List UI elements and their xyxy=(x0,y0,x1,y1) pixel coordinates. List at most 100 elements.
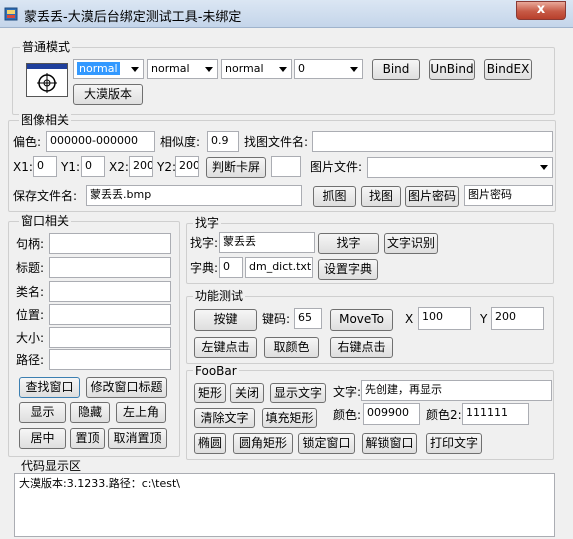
func-test-group-label: 功能测试 xyxy=(193,289,246,303)
class-label: 类名: xyxy=(16,285,45,299)
find-window-button[interactable]: 查找窗口 xyxy=(19,377,80,398)
find-text-input[interactable]: 蒙丢丢 xyxy=(219,232,315,253)
ellipse-button[interactable]: 椭圆 xyxy=(194,433,226,454)
keypad-mode-value: normal xyxy=(225,62,264,75)
code-display-content: 大漠版本:3.1233.路径：c:\test\ xyxy=(19,477,180,490)
x-input[interactable]: 100 xyxy=(418,307,471,330)
title-label: 标题: xyxy=(16,261,45,275)
y1-label: Y1: xyxy=(61,160,81,174)
foobar-group-label: FooBar xyxy=(193,364,239,378)
mouse-mode-select[interactable]: normal xyxy=(147,59,218,79)
class-input[interactable] xyxy=(49,281,171,302)
mode-value: 0 xyxy=(298,62,305,75)
bind-button[interactable]: Bind xyxy=(372,59,420,80)
pic-file-label: 图片文件: xyxy=(310,160,363,174)
foobar-text-label: 文字: xyxy=(333,385,362,399)
x1-label: X1: xyxy=(13,160,33,174)
handle-label: 句柄: xyxy=(16,237,45,251)
offset-color-input[interactable]: 000000-000000 xyxy=(46,131,155,152)
set-top-button[interactable]: 置顶 xyxy=(70,428,105,449)
foobar-text-input[interactable]: 先创建，再显示 xyxy=(361,380,552,401)
bindex-button[interactable]: BindEX xyxy=(484,59,532,80)
fill-rect-button[interactable]: 填充矩形 xyxy=(262,408,317,428)
find-pic-button[interactable]: 找图 xyxy=(361,186,401,207)
keycode-input[interactable]: 65 xyxy=(294,308,322,329)
y-label: Y xyxy=(480,312,488,326)
color-input[interactable]: 009900 xyxy=(363,403,420,425)
y1-input[interactable]: 0 xyxy=(81,156,105,177)
color-label: 颜色: xyxy=(333,408,362,422)
target-window-icon[interactable] xyxy=(26,63,68,97)
find-text-label: 找字: xyxy=(190,236,219,250)
pic-file-select[interactable] xyxy=(367,157,553,178)
capture-button[interactable]: 抓图 xyxy=(313,186,356,207)
y-input[interactable]: 200 xyxy=(491,307,544,330)
rect-button[interactable]: 矩形 xyxy=(194,383,226,403)
color2-label: 颜色2: xyxy=(426,408,462,422)
right-click-button[interactable]: 右键点击 xyxy=(330,337,393,358)
similarity-label: 相似度: xyxy=(160,135,201,149)
find-file-input[interactable] xyxy=(312,131,553,152)
color2-input[interactable]: 111111 xyxy=(462,403,529,425)
mouse-mode-value: normal xyxy=(151,62,190,75)
dict-index-input[interactable]: 0 xyxy=(219,257,243,278)
lock-window-button[interactable]: 锁定窗口 xyxy=(298,433,355,454)
display-mode-select[interactable]: normal xyxy=(73,59,144,79)
check-screen-input[interactable] xyxy=(271,156,301,177)
offset-color-label: 偏色: xyxy=(13,135,42,149)
window-title: 蒙丢丢-大漠后台绑定测试工具-未绑定 xyxy=(24,10,242,25)
top-left-button[interactable]: 左上角 xyxy=(116,402,166,423)
x1-input[interactable]: 0 xyxy=(33,156,57,177)
x2-input[interactable]: 2000 xyxy=(129,156,153,177)
close-button[interactable]: x xyxy=(516,1,566,20)
set-dict-button[interactable]: 设置字典 xyxy=(318,259,378,280)
image-group-label: 图像相关 xyxy=(19,113,72,127)
ocr-button[interactable]: 文字识别 xyxy=(384,233,438,254)
dict-label: 字典: xyxy=(190,261,219,275)
round-rect-button[interactable]: 圆角矩形 xyxy=(233,433,293,454)
position-label: 位置: xyxy=(16,308,45,322)
modify-title-button[interactable]: 修改窗口标题 xyxy=(86,377,167,398)
hide-window-button[interactable]: 隐藏 xyxy=(70,402,110,423)
move-to-button[interactable]: MoveTo xyxy=(330,309,393,331)
pic-password-button[interactable]: 图片密码 xyxy=(405,186,459,207)
path-input[interactable] xyxy=(49,349,171,370)
get-color-button[interactable]: 取颜色 xyxy=(264,337,319,358)
show-text-button[interactable]: 显示文字 xyxy=(270,383,326,403)
cancel-top-button[interactable]: 取消置顶 xyxy=(108,428,167,449)
similarity-input[interactable]: 0.9 xyxy=(207,131,239,152)
find-text-button[interactable]: 找字 xyxy=(318,233,379,254)
size-input[interactable] xyxy=(49,327,171,348)
check-screen-button[interactable]: 判断卡屏 xyxy=(206,157,266,178)
y2-label: Y2: xyxy=(157,160,177,174)
code-display-area[interactable]: 大漠版本:3.1233.路径：c:\test\ xyxy=(14,473,555,537)
unlock-window-button[interactable]: 解锁窗口 xyxy=(362,433,417,454)
title-input[interactable] xyxy=(49,257,171,278)
unbind-button[interactable]: UnBind xyxy=(429,59,475,80)
position-input[interactable] xyxy=(49,304,171,325)
show-window-button[interactable]: 显示 xyxy=(19,402,66,423)
find-text-group-label: 找字 xyxy=(193,216,222,230)
dict-file-input[interactable]: dm_dict.txt xyxy=(245,257,313,278)
window-group-label: 窗口相关 xyxy=(19,214,72,228)
dm-version-button[interactable]: 大漠版本 xyxy=(73,84,143,105)
foobar-close-button[interactable]: 关闭 xyxy=(230,383,264,403)
left-click-button[interactable]: 左键点击 xyxy=(194,337,257,358)
handle-input[interactable] xyxy=(49,233,171,254)
keypad-mode-select[interactable]: normal xyxy=(221,59,292,79)
keycode-label: 键码: xyxy=(262,312,291,326)
x2-label: X2: xyxy=(109,160,129,174)
app-icon xyxy=(4,7,18,21)
print-text-button[interactable]: 打印文字 xyxy=(426,433,482,454)
press-key-button[interactable]: 按键 xyxy=(194,309,257,331)
clear-text-button[interactable]: 清除文字 xyxy=(194,408,255,428)
crosshair-icon xyxy=(27,64,67,93)
x-label: X xyxy=(405,312,414,326)
pic-password-input[interactable]: 图片密码 xyxy=(464,185,553,206)
center-window-button[interactable]: 居中 xyxy=(19,428,66,449)
y2-input[interactable]: 2000 xyxy=(175,156,199,177)
save-file-input[interactable]: 蒙丢丢.bmp xyxy=(86,185,302,206)
save-file-label: 保存文件名: xyxy=(13,189,78,203)
mode-value-select[interactable]: 0 xyxy=(294,59,363,79)
path-label: 路径: xyxy=(16,353,45,367)
